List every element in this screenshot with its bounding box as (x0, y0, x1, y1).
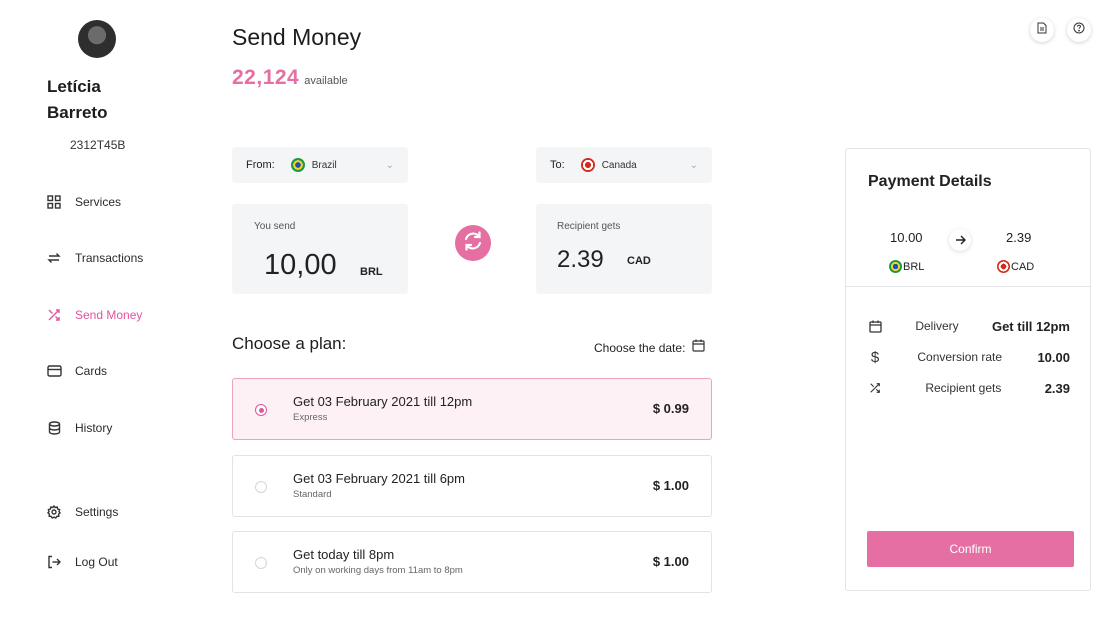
plan-price: $ 1.00 (652, 478, 689, 493)
sidebar-item-services[interactable]: Services (46, 191, 121, 213)
detail-row-recipient-gets: Recipient gets 2.39 (868, 379, 1070, 397)
page-title: Send Money (232, 24, 362, 50)
sidebar-item-transactions[interactable]: Transactions (46, 247, 143, 269)
sidebar-item-settings[interactable]: Settings (46, 501, 118, 523)
plan-subtitle: Only on working days from 11am to 8pm (293, 565, 463, 576)
from-currency-code: BRL (903, 260, 925, 273)
detail-value: Get till 12pm (991, 318, 1070, 334)
plan-option-today[interactable]: Get today till 8pm Only on working days … (232, 531, 712, 593)
detail-value: 10.00 (1037, 349, 1070, 365)
sidebar-item-label: Services (75, 195, 122, 209)
radio-button[interactable] (255, 404, 267, 416)
send-label: You send (254, 221, 296, 232)
sidebar-item-cards[interactable]: Cards (46, 360, 107, 382)
from-country-value: Brazil (311, 159, 337, 171)
detail-row-conversion-rate: $ Conversion rate 10.00 (868, 348, 1070, 366)
to-country-value: Canada (601, 159, 637, 171)
user-name: Letícia Barreto (47, 74, 107, 126)
chevron-down-icon: ⌄ (689, 159, 698, 171)
from-country-select[interactable]: From: Brazil ⌄ (232, 147, 408, 183)
plan-subtitle: Express (293, 412, 328, 423)
dollar-icon: $ (870, 348, 880, 366)
send-amount-field[interactable]: You send 10,00 BRL (232, 204, 408, 294)
sidebar-item-label: Settings (75, 505, 119, 519)
calendar-icon (692, 339, 706, 357)
detail-value: 2.39 (1044, 380, 1070, 396)
swap-icon (461, 229, 485, 258)
plan-title: Get 03 February 2021 till 6pm (293, 471, 465, 486)
date-picker[interactable]: Choose the date: (594, 339, 706, 357)
to-country-select[interactable]: To: Canada ⌄ (536, 147, 712, 183)
plan-subtitle: Standard (293, 489, 332, 500)
plan-price: $ 0.99 (652, 401, 689, 416)
balance: 22,124 available (232, 66, 348, 90)
help-button[interactable] (1067, 18, 1091, 42)
sidebar-item-logout[interactable]: Log Out (46, 551, 118, 573)
shuffle-icon (46, 307, 62, 323)
user-last-name: Barreto (47, 103, 108, 122)
sidebar-item-history[interactable]: History (46, 417, 112, 439)
divider (846, 286, 1090, 287)
logout-icon (46, 554, 62, 570)
user-id: 2312T45B (70, 138, 126, 152)
transfer-icon (46, 250, 62, 266)
shuffle-icon (868, 381, 882, 395)
receive-amount-field: Recipient gets 2.39 CAD (536, 204, 712, 294)
card-icon (46, 363, 62, 379)
avatar[interactable] (78, 20, 116, 58)
balance-amount: 22,124 (232, 66, 300, 89)
panel-title: Payment Details (868, 173, 992, 190)
balance-label: available (304, 75, 348, 87)
sidebar-item-label: Log Out (75, 555, 118, 569)
sidebar-item-label: Transactions (75, 251, 144, 265)
gear-icon (46, 504, 62, 520)
receive-amount: 2.39 (557, 246, 604, 273)
radio-button[interactable] (255, 481, 267, 493)
detail-label: Delivery (915, 319, 959, 333)
sidebar-item-send-money[interactable]: Send Money (46, 304, 142, 326)
database-icon (46, 420, 62, 436)
document-icon (1037, 21, 1047, 39)
date-label: Choose the date: (594, 341, 686, 355)
sidebar-item-label: Cards (75, 364, 108, 378)
sidebar-item-label: Send Money (75, 308, 143, 322)
radio-button[interactable] (255, 557, 267, 569)
plan-option-standard[interactable]: Get 03 February 2021 till 6pm Standard $… (232, 455, 712, 517)
to-amount: 2.39 (1006, 230, 1032, 245)
swap-currency-button[interactable] (455, 225, 491, 261)
brazil-flag-icon (290, 158, 305, 172)
sidebar-item-label: History (75, 421, 113, 435)
from-label: From: (246, 159, 275, 171)
plans-title: Choose a plan: (232, 334, 347, 353)
arrow-right-icon (949, 229, 971, 251)
brazil-flag-icon (889, 260, 902, 273)
receive-label: Recipient gets (557, 221, 621, 232)
from-currency: BRL (889, 260, 924, 273)
detail-row-delivery: Delivery Get till 12pm (868, 317, 1070, 335)
send-amount: 10,00 (264, 249, 337, 281)
plan-price: $ 1.00 (652, 554, 689, 569)
to-label: To: (550, 159, 565, 171)
plan-title: Get 03 February 2021 till 12pm (293, 394, 473, 409)
calendar-icon (868, 319, 882, 333)
canada-flag-icon (997, 260, 1010, 273)
send-currency: BRL (360, 266, 383, 278)
to-currency-code: CAD (1011, 260, 1035, 273)
grid-icon (46, 194, 62, 210)
from-amount: 10.00 (890, 230, 923, 245)
confirm-button[interactable]: Confirm (867, 531, 1074, 567)
plan-option-express[interactable]: Get 03 February 2021 till 12pm Express $… (232, 378, 712, 440)
plan-title: Get today till 8pm (293, 547, 395, 562)
detail-label: Recipient gets (925, 381, 1002, 395)
user-first-name: Letícia (47, 77, 101, 96)
detail-label: Conversion rate (917, 350, 1003, 364)
to-currency: CAD (997, 260, 1034, 273)
help-icon (1073, 21, 1085, 39)
document-button[interactable] (1030, 18, 1054, 42)
receive-currency: CAD (627, 255, 651, 267)
chevron-down-icon: ⌄ (385, 159, 394, 171)
canada-flag-icon (580, 158, 595, 172)
payment-details-panel: Payment Details 10.00 2.39 BRL CAD Deliv… (845, 148, 1091, 591)
